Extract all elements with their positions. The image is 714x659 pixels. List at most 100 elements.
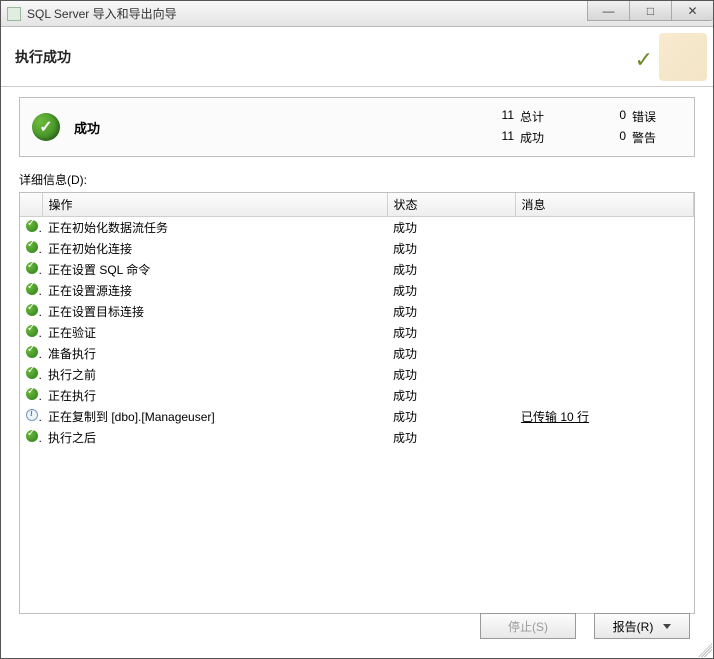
header-decoration [659, 33, 707, 81]
row-operation: 正在验证 [42, 322, 387, 343]
error-label: 错误 [632, 108, 682, 125]
row-message [515, 385, 694, 406]
row-status-icon [20, 301, 42, 322]
row-message [515, 280, 694, 301]
ok-icon [26, 430, 38, 442]
col-icon[interactable] [20, 193, 42, 217]
ok-icon [26, 283, 38, 295]
table-row[interactable]: 正在复制到 [dbo].[Manageuser]成功已传输 10 行 [20, 406, 694, 427]
row-message [515, 364, 694, 385]
window-controls: — □ ✕ [587, 1, 713, 21]
row-message [515, 259, 694, 280]
row-status: 成功 [387, 343, 515, 364]
table-row[interactable]: 正在执行成功 [20, 385, 694, 406]
maximize-button[interactable]: □ [629, 1, 671, 21]
summary-box: ✓ 成功 11 总计 0 错误 11 成功 0 警告 [19, 97, 695, 157]
row-message [515, 301, 694, 322]
titlebar: SQL Server 导入和导出向导 — □ ✕ [1, 1, 713, 27]
row-status: 成功 [387, 322, 515, 343]
row-operation: 正在设置目标连接 [42, 301, 387, 322]
table-row[interactable]: 正在初始化数据流任务成功 [20, 217, 694, 239]
row-status-icon [20, 385, 42, 406]
page-title: 执行成功 [15, 47, 71, 67]
row-status-icon [20, 238, 42, 259]
row-message [515, 427, 694, 448]
table-row[interactable]: 准备执行成功 [20, 343, 694, 364]
info-icon [26, 409, 38, 421]
message-link[interactable]: 已传输 10 行 [521, 410, 589, 424]
col-message[interactable]: 消息 [515, 193, 694, 217]
success-count: 11 [484, 129, 514, 146]
table-row[interactable]: 正在初始化连接成功 [20, 238, 694, 259]
table-row[interactable]: 正在设置目标连接成功 [20, 301, 694, 322]
row-status-icon [20, 406, 42, 427]
success-label: 成功 [520, 129, 570, 146]
row-status: 成功 [387, 259, 515, 280]
total-count: 11 [484, 108, 514, 125]
footer-buttons: 停止(S) 报告(R) [480, 613, 690, 639]
row-status: 成功 [387, 301, 515, 322]
col-status[interactable]: 状态 [387, 193, 515, 217]
row-status-icon [20, 322, 42, 343]
row-operation: 准备执行 [42, 343, 387, 364]
row-status-icon [20, 259, 42, 280]
row-status-icon [20, 343, 42, 364]
minimize-button[interactable]: — [587, 1, 629, 21]
summary-label: 成功 [74, 118, 100, 137]
row-status: 成功 [387, 364, 515, 385]
chevron-down-icon [663, 624, 671, 629]
error-count: 0 [576, 108, 626, 125]
warning-label: 警告 [632, 129, 682, 146]
total-label: 总计 [520, 108, 570, 125]
ok-icon [26, 346, 38, 358]
row-operation: 执行之后 [42, 427, 387, 448]
table-row[interactable]: 正在设置 SQL 命令成功 [20, 259, 694, 280]
table-row[interactable]: 正在设置源连接成功 [20, 280, 694, 301]
ok-icon [26, 304, 38, 316]
row-operation: 正在复制到 [dbo].[Manageuser] [42, 406, 387, 427]
table-row[interactable]: 执行之前成功 [20, 364, 694, 385]
row-message [515, 343, 694, 364]
col-operation[interactable]: 操作 [42, 193, 387, 217]
ok-icon [26, 220, 38, 232]
ok-icon [26, 367, 38, 379]
table-row[interactable]: 执行之后成功 [20, 427, 694, 448]
row-status: 成功 [387, 406, 515, 427]
success-icon: ✓ [32, 113, 60, 141]
row-operation: 执行之前 [42, 364, 387, 385]
row-status-icon [20, 280, 42, 301]
row-status: 成功 [387, 238, 515, 259]
row-status-icon [20, 427, 42, 448]
row-message [515, 322, 694, 343]
ok-icon [26, 325, 38, 337]
warning-count: 0 [576, 129, 626, 146]
row-message [515, 217, 694, 239]
window-title: SQL Server 导入和导出向导 [27, 5, 177, 22]
table-row[interactable]: 正在验证成功 [20, 322, 694, 343]
close-button[interactable]: ✕ [671, 1, 713, 21]
ok-icon [26, 262, 38, 274]
details-label: 详细信息(D): [19, 171, 695, 188]
row-operation: 正在执行 [42, 385, 387, 406]
row-operation: 正在初始化连接 [42, 238, 387, 259]
resize-grip[interactable] [698, 643, 712, 657]
summary-stats: 11 总计 0 错误 11 成功 0 警告 [484, 108, 682, 146]
row-status: 成功 [387, 427, 515, 448]
report-button-label: 报告(R) [613, 618, 654, 635]
row-message[interactable]: 已传输 10 行 [515, 406, 694, 427]
stop-button[interactable]: 停止(S) [480, 613, 576, 639]
page-header: 执行成功 ✓ [1, 27, 713, 87]
row-operation: 正在设置 SQL 命令 [42, 259, 387, 280]
stop-button-label: 停止(S) [508, 618, 548, 635]
ok-icon [26, 388, 38, 400]
report-button[interactable]: 报告(R) [594, 613, 690, 639]
row-status: 成功 [387, 385, 515, 406]
row-status-icon [20, 364, 42, 385]
details-table: 操作 状态 消息 正在初始化数据流任务成功正在初始化连接成功正在设置 SQL 命… [19, 192, 695, 614]
check-icon: ✓ [635, 47, 653, 73]
ok-icon [26, 241, 38, 253]
row-status-icon [20, 217, 42, 239]
row-status: 成功 [387, 217, 515, 239]
app-icon [7, 7, 21, 21]
row-operation: 正在初始化数据流任务 [42, 217, 387, 239]
